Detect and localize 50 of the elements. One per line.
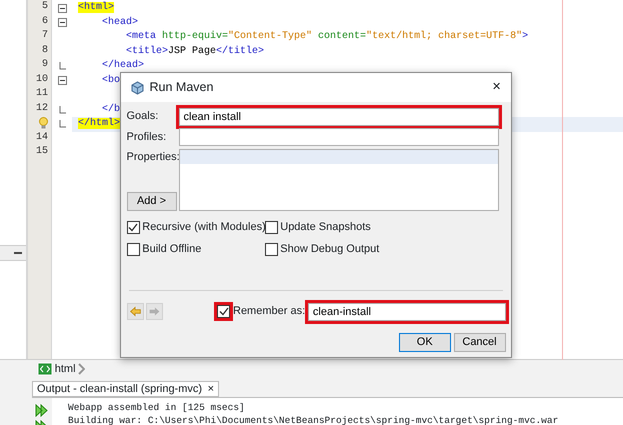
properties-list[interactable] bbox=[178, 149, 498, 211]
line-number: 6 bbox=[42, 14, 48, 28]
code-line: <head> bbox=[102, 16, 138, 28]
checkbox[interactable] bbox=[264, 242, 278, 256]
close-icon[interactable]: × bbox=[208, 380, 214, 398]
code-line: </b bbox=[102, 104, 120, 114]
properties-label: Properties: bbox=[126, 150, 178, 165]
fold-icon[interactable] bbox=[58, 76, 66, 86]
output-line: Webapp assembled in [125 msecs] bbox=[68, 400, 246, 414]
lightbulb-icon[interactable] bbox=[39, 117, 48, 130]
line-number: 11 bbox=[36, 87, 48, 101]
output-tab[interactable]: Output - clean-install (spring-mvc) × bbox=[32, 381, 219, 397]
code-line: <title>JSP Page</title> bbox=[126, 46, 264, 56]
dialog-title: Run Maven bbox=[150, 79, 214, 96]
tab-label: Output - clean-install (spring-mvc) bbox=[37, 382, 202, 397]
option-label: Recursive (with Modules) bbox=[142, 220, 266, 236]
goals-label: Goals: bbox=[126, 109, 160, 124]
dialog-button[interactable]: OK bbox=[398, 332, 451, 352]
line-number: 14 bbox=[36, 130, 48, 144]
code-line: <bo bbox=[102, 74, 120, 86]
line-number: 7 bbox=[42, 29, 48, 43]
fold-icon[interactable] bbox=[58, 18, 66, 28]
dialog-button[interactable]: Cancel bbox=[454, 332, 506, 352]
line-number: 8 bbox=[42, 44, 48, 58]
breadcrumb-item[interactable]: html bbox=[54, 360, 76, 378]
rerun-icon[interactable] bbox=[34, 404, 49, 416]
output-line: Building war: C:\Users\Phi\Documents\NetBeansProjects\spring-mvc\target\spring-mvc.war bbox=[68, 414, 558, 425]
code-line: </head> bbox=[102, 60, 144, 71]
line-number: 10 bbox=[36, 72, 48, 86]
profiles-label: Profiles: bbox=[126, 130, 168, 145]
html-tag-icon bbox=[38, 363, 52, 375]
checkbox[interactable] bbox=[264, 221, 278, 234]
fold-icon[interactable] bbox=[58, 4, 66, 13]
checkbox[interactable] bbox=[217, 305, 230, 318]
remember-label: Remember as: bbox=[233, 304, 306, 320]
line-number: 5 bbox=[42, 0, 48, 14]
chevron-icon bbox=[78, 363, 86, 375]
option-label: Build Offline bbox=[142, 242, 202, 257]
line-number: 15 bbox=[36, 145, 48, 159]
code-line: <meta http-equiv="Content-Type" content="text/html; charset=UTF-8"> bbox=[126, 31, 528, 42]
option-label: Update Snapshots bbox=[280, 220, 371, 236]
line-number: 12 bbox=[36, 102, 48, 116]
cube-icon bbox=[131, 80, 144, 94]
profiles-field[interactable] bbox=[178, 128, 498, 146]
option-label: Show Debug Output bbox=[280, 242, 380, 257]
checkbox[interactable] bbox=[126, 221, 140, 234]
line-number: 9 bbox=[42, 58, 48, 72]
add-button[interactable]: Add > bbox=[126, 192, 176, 211]
close-button[interactable]: ✕ bbox=[492, 79, 501, 96]
checkbox[interactable] bbox=[126, 242, 140, 256]
